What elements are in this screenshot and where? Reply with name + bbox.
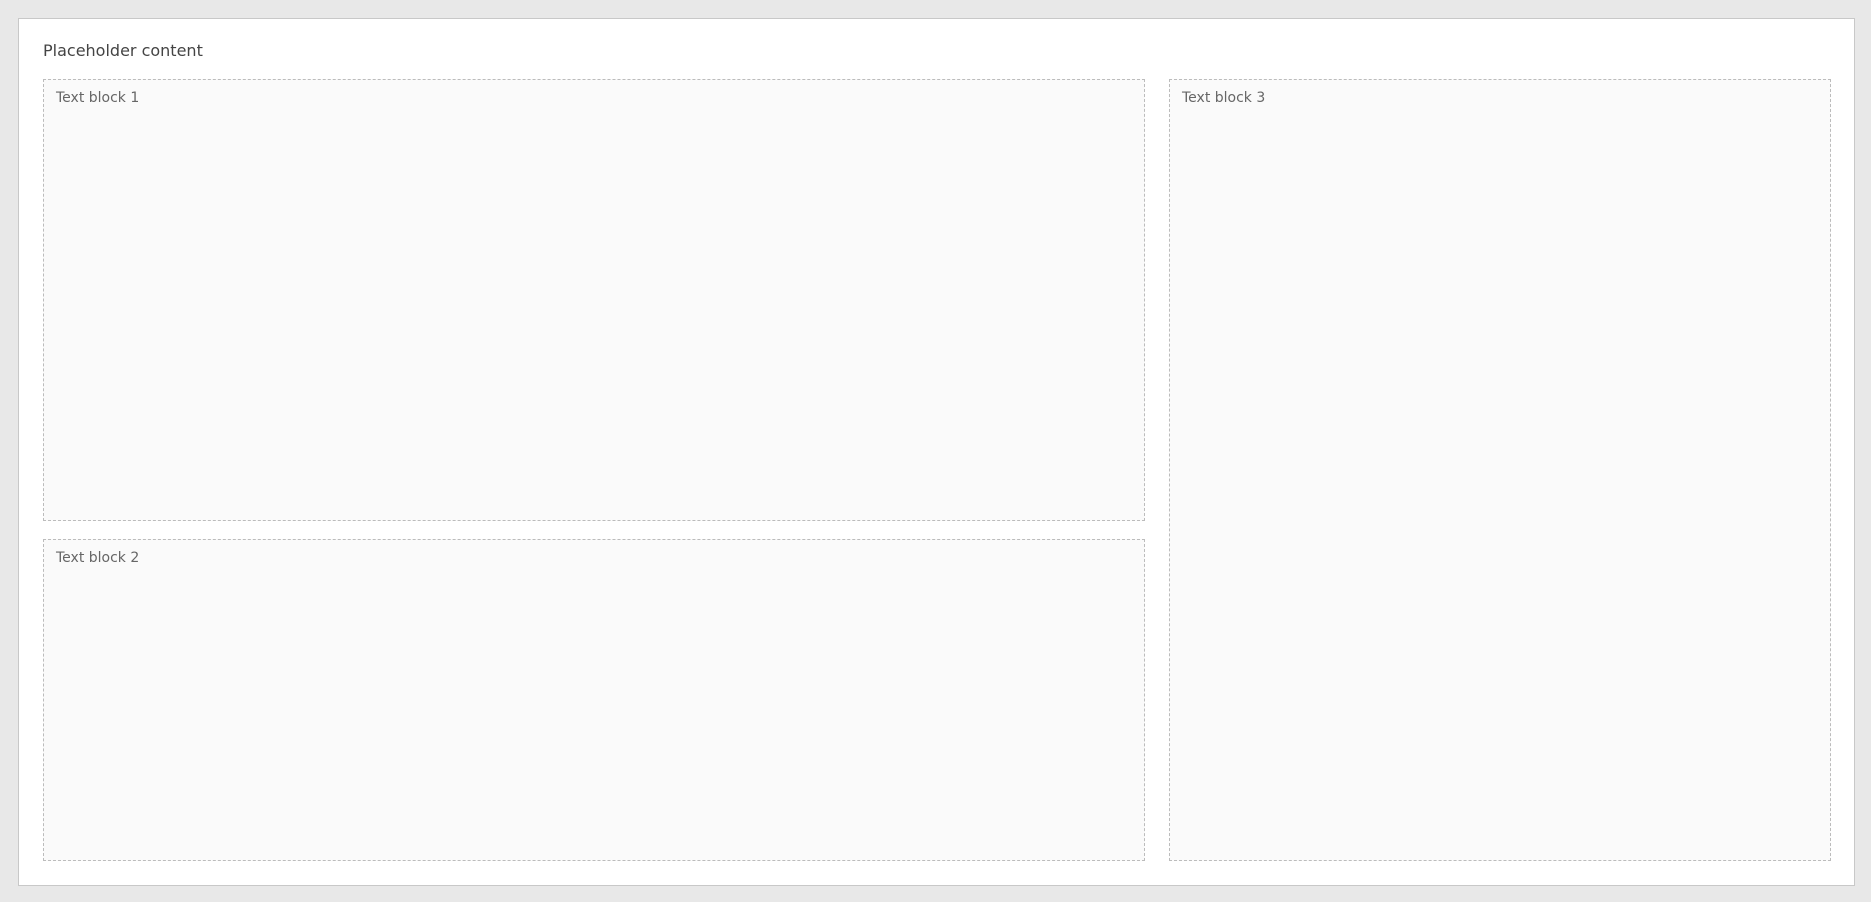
placeholder-panel-3-label: Text block 3 bbox=[1182, 90, 1266, 106]
placeholder-main: Placeholder content Text block 1 Text bl… bbox=[18, 18, 1855, 886]
placeholder-panel-2: Text block 2 bbox=[43, 539, 1145, 861]
placeholder-panel-1: Text block 1 bbox=[43, 79, 1145, 521]
placeholder-panel-2-label: Text block 2 bbox=[56, 550, 140, 566]
placeholder-headline: Placeholder content bbox=[43, 41, 203, 60]
placeholder-panel-1-label: Text block 1 bbox=[56, 90, 140, 106]
placeholder-panel-3: Text block 3 bbox=[1169, 79, 1831, 861]
placeholder-root: Placeholder content Text block 1 Text bl… bbox=[0, 0, 1871, 902]
